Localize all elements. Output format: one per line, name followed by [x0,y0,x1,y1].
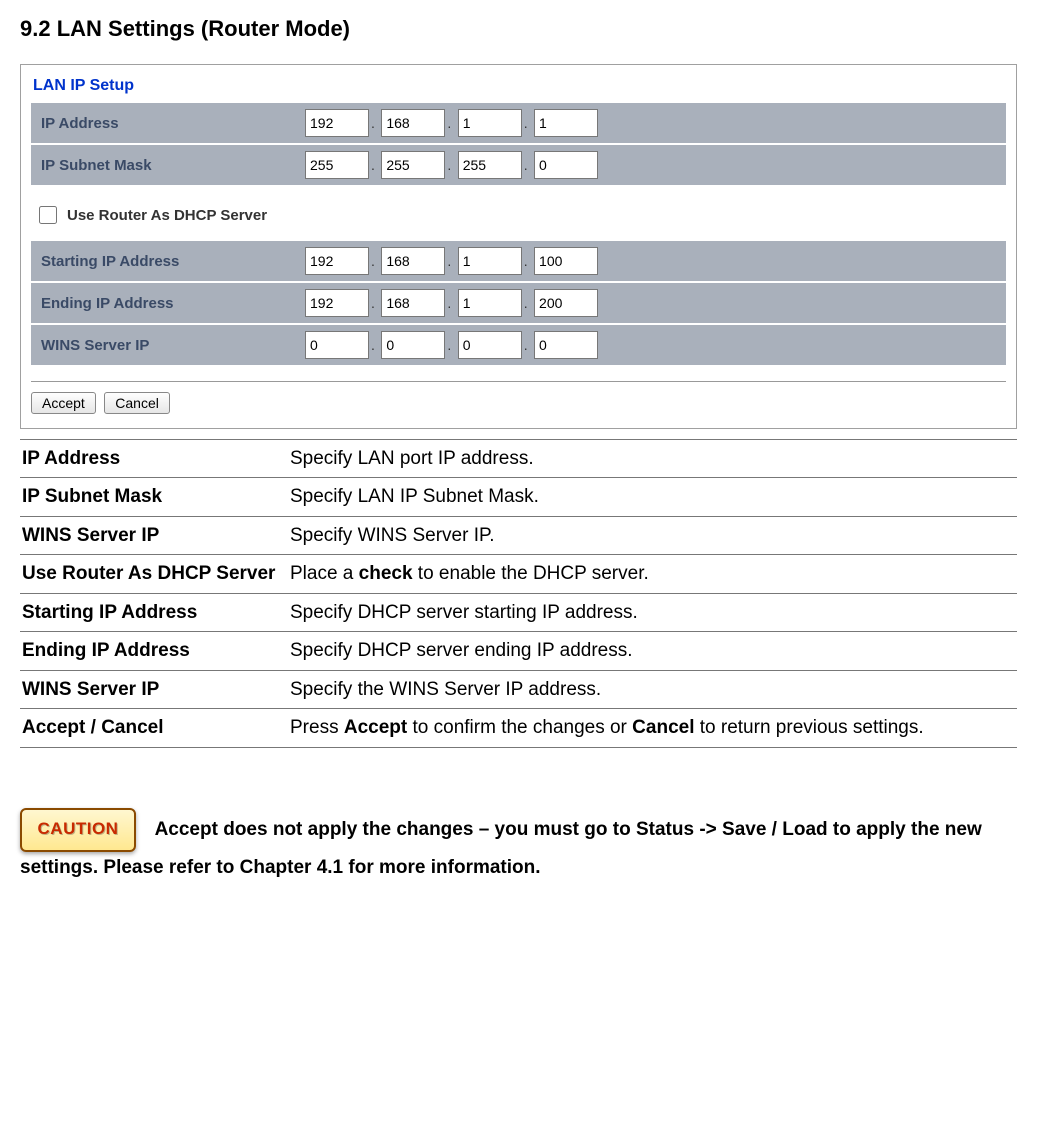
wins-ip-octet-2[interactable] [381,331,445,359]
dhcp-checkbox-row: Use Router As DHCP Server [35,203,1006,227]
desc-definition: Specify DHCP server starting IP address. [288,593,1017,631]
desc-definition: Specify LAN IP Subnet Mask. [288,478,1017,516]
cancel-button[interactable]: Cancel [104,392,170,414]
desc-row: WINS Server IPSpecify the WINS Server IP… [20,670,1017,708]
desc-definition: Specify LAN port IP address. [288,440,1017,478]
desc-row: Use Router As DHCP ServerPlace a check t… [20,555,1017,593]
end-ip-octet-3[interactable] [458,289,522,317]
dot-icon: . [445,157,453,173]
ip-address-octet-4[interactable] [534,109,598,137]
end-ip-octet-1[interactable] [305,289,369,317]
desc-term: Starting IP Address [20,593,288,631]
dhcp-checkbox[interactable] [39,206,57,224]
dhcp-label: Use Router As DHCP Server [67,207,267,224]
label-ip-address: IP Address [31,103,301,144]
desc-term: WINS Server IP [20,516,288,554]
starting-ip-fields: . . . [301,241,1006,282]
lan-ip-setup-panel: LAN IP Setup IP Address . . . IP Subnet … [20,64,1017,429]
desc-row: WINS Server IPSpecify WINS Server IP. [20,516,1017,554]
ip-address-octet-2[interactable] [381,109,445,137]
label-subnet-mask: IP Subnet Mask [31,144,301,185]
end-ip-octet-4[interactable] [534,289,598,317]
ip-address-octet-3[interactable] [458,109,522,137]
subnet-mask-fields: . . . [301,144,1006,185]
ending-ip-fields: . . . [301,282,1006,324]
ip-address-octet-1[interactable] [305,109,369,137]
desc-term: Accept / Cancel [20,709,288,747]
desc-definition: Specify DHCP server ending IP address. [288,632,1017,670]
desc-term: Use Router As DHCP Server [20,555,288,593]
desc-row: Ending IP AddressSpecify DHCP server end… [20,632,1017,670]
dot-icon: . [522,253,530,269]
wins-ip-fields: . . . [301,324,1006,365]
caution-text: Accept does not apply the changes – you … [20,819,982,878]
row-wins-ip: WINS Server IP . . . [31,324,1006,365]
dot-icon: . [445,253,453,269]
row-ip-address: IP Address . . . [31,103,1006,144]
start-ip-octet-3[interactable] [458,247,522,275]
desc-row: Accept / CancelPress Accept to confirm t… [20,709,1017,747]
dot-icon: . [369,337,377,353]
dot-icon: . [445,295,453,311]
desc-term: WINS Server IP [20,670,288,708]
panel-heading: LAN IP Setup [31,73,1006,103]
start-ip-octet-2[interactable] [381,247,445,275]
subnet-octet-2[interactable] [381,151,445,179]
desc-term: Ending IP Address [20,632,288,670]
dot-icon: . [369,295,377,311]
dot-icon: . [369,115,377,131]
label-starting-ip: Starting IP Address [31,241,301,282]
desc-definition: Specify the WINS Server IP address. [288,670,1017,708]
label-wins-ip: WINS Server IP [31,324,301,365]
dot-icon: . [522,337,530,353]
desc-definition: Specify WINS Server IP. [288,516,1017,554]
caution-note: CAUTION Accept does not apply the change… [20,808,1017,884]
desc-row: IP AddressSpecify LAN port IP address. [20,440,1017,478]
subnet-octet-3[interactable] [458,151,522,179]
desc-term: IP Subnet Mask [20,478,288,516]
label-ending-ip: Ending IP Address [31,282,301,324]
ip-address-fields: . . . [301,103,1006,144]
row-ending-ip: Ending IP Address . . . [31,282,1006,324]
dot-icon: . [445,115,453,131]
dhcp-range-table: Starting IP Address . . . Ending IP Addr… [31,241,1006,365]
divider [31,381,1006,382]
dot-icon: . [522,115,530,131]
dot-icon: . [522,157,530,173]
row-subnet-mask: IP Subnet Mask . . . [31,144,1006,185]
desc-term: IP Address [20,440,288,478]
row-starting-ip: Starting IP Address . . . [31,241,1006,282]
wins-ip-octet-3[interactable] [458,331,522,359]
start-ip-octet-4[interactable] [534,247,598,275]
wins-ip-octet-1[interactable] [305,331,369,359]
dot-icon: . [369,253,377,269]
accept-button[interactable]: Accept [31,392,96,414]
dot-icon: . [369,157,377,173]
desc-definition: Press Accept to confirm the changes or C… [288,709,1017,747]
desc-row: Starting IP AddressSpecify DHCP server s… [20,593,1017,631]
page-title: 9.2 LAN Settings (Router Mode) [20,16,1017,42]
lan-ip-table: IP Address . . . IP Subnet Mask . . . [31,103,1006,185]
subnet-octet-4[interactable] [534,151,598,179]
end-ip-octet-2[interactable] [381,289,445,317]
dot-icon: . [522,295,530,311]
subnet-octet-1[interactable] [305,151,369,179]
desc-row: IP Subnet MaskSpecify LAN IP Subnet Mask… [20,478,1017,516]
description-table: IP AddressSpecify LAN port IP address.IP… [20,439,1017,748]
desc-definition: Place a check to enable the DHCP server. [288,555,1017,593]
dot-icon: . [445,337,453,353]
caution-icon: CAUTION [20,808,136,852]
start-ip-octet-1[interactable] [305,247,369,275]
wins-ip-octet-4[interactable] [534,331,598,359]
